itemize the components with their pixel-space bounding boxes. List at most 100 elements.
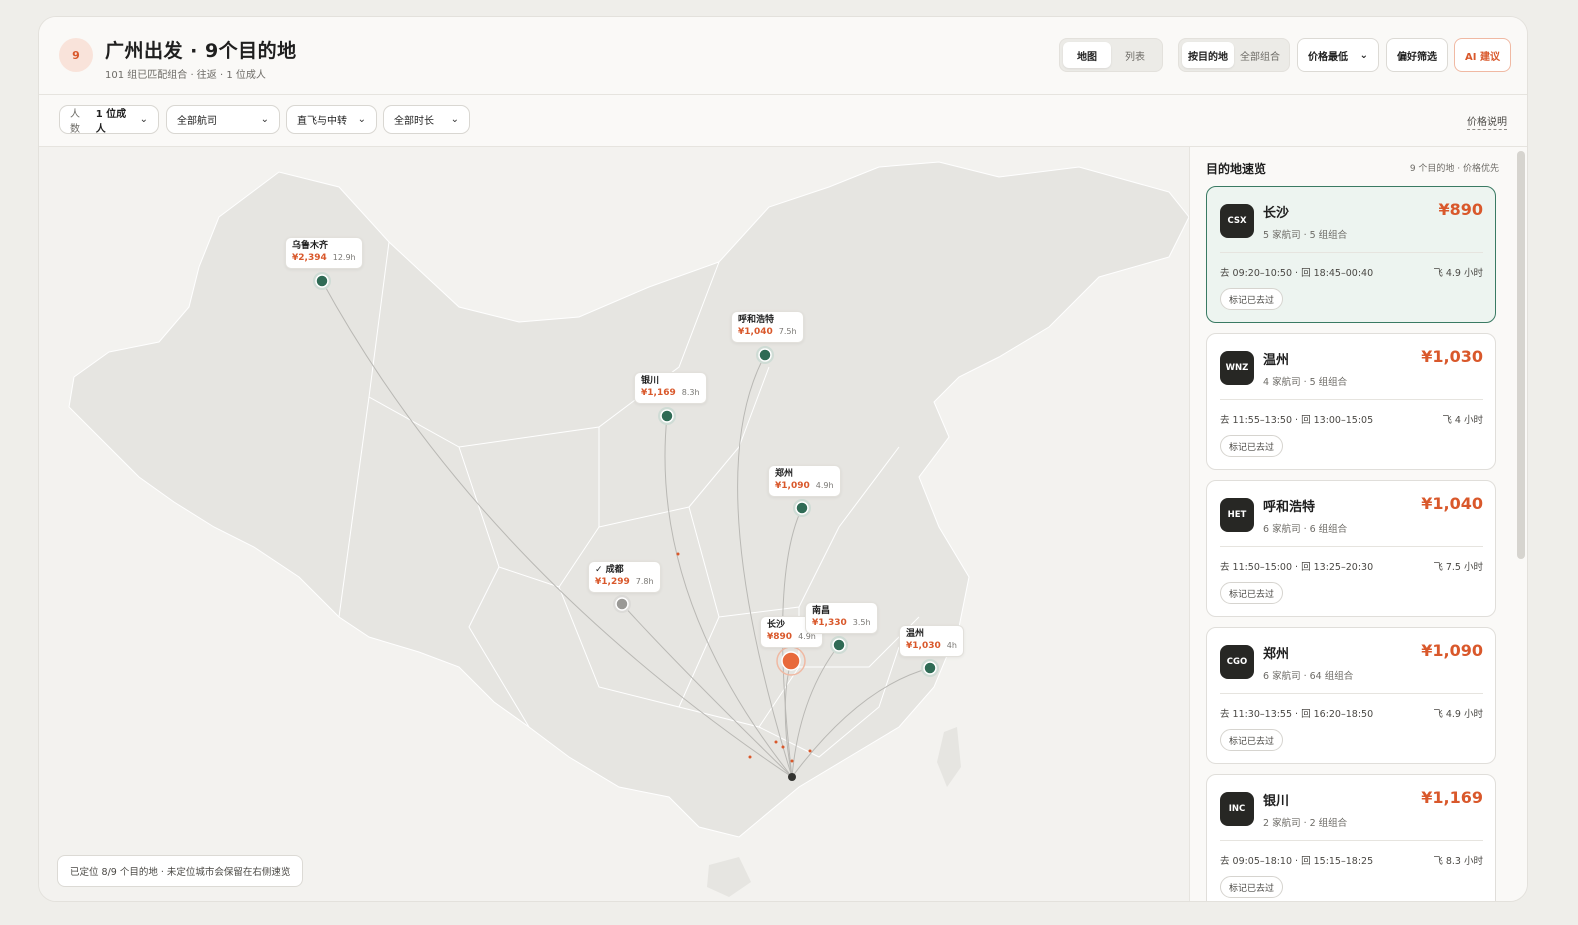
city-hours: 7.8h [635,577,654,586]
destination-card-yinchuan[interactable]: INC 银川 2 家航司 · 2 组组合 ¥1,169 去 09:05–18:1… [1206,774,1496,901]
card-price: ¥1,030 [1421,347,1483,366]
mark-visited-button[interactable]: 标记已去过 [1220,435,1284,457]
mark-visited-button[interactable]: 标记已去过 [1220,288,1284,310]
airport-code-badge: CSX [1220,204,1254,238]
panel-meta: 9 个目的地 · 价格优先 [1409,164,1499,174]
card-times: 去 11:50–15:00 · 回 13:25–20:30 [1220,562,1374,573]
card-summary: 4 家航司 · 5 组组合 [1263,377,1348,388]
city-label-wenzhou[interactable]: 温州 ¥1,030 4h [899,625,964,657]
card-times: 去 11:30–13:55 · 回 16:20–18:50 [1220,709,1374,720]
duration-select[interactable]: 全部时长 ⌄ [383,105,470,134]
city-label-yinchuan[interactable]: 银川 ¥1,169 8.3h [634,372,707,404]
marker-origin-guangzhou [788,773,796,781]
destination-card-wenzhou[interactable]: WNZ 温州 4 家航司 · 5 组组合 ¥1,030 去 11:55–13:5… [1206,333,1496,470]
city-label-urumqi[interactable]: 乌鲁木齐 ¥2,394 12.9h [285,237,363,269]
group-toggle: 按目的地 全部组合 [1178,38,1290,72]
taiwan-island-shape [937,727,961,787]
card-price: ¥1,169 [1421,788,1483,807]
city-price: ¥1,030 [906,641,941,651]
people-select[interactable]: 人数 1 位成人 ⌄ [59,105,159,135]
marker-yinchuan [660,409,674,423]
ai-suggest-button[interactable]: AI 建议 [1454,38,1511,72]
city-label-zhengzhou[interactable]: 郑州 ¥1,090 4.9h [768,465,841,497]
airport-code-badge: INC [1220,792,1254,826]
marker-urumqi [315,274,329,288]
destination-overview-panel[interactable]: 目的地速览 9 个目的地 · 价格优先 CSX 长沙 5 家航司 · 5 组组合… [1189,147,1527,901]
people-value: 1 位成人 [95,108,127,135]
sort-select[interactable]: 价格最低 ⌄ [1297,38,1379,72]
header: 9 广州出发 · 9个目的地 101 组已匹配组合 · 往返 · 1 位成人 地… [39,17,1527,95]
view-toggle: 地图 列表 [1059,38,1163,72]
card-duration: 飞 4.9 小时 [1433,709,1483,720]
china-map-shape [68,161,1189,838]
card-price: ¥1,040 [1421,494,1483,513]
city-hours: 3.5h [852,618,871,627]
city-label-chengdu[interactable]: ✓ 成都 ¥1,299 7.8h [588,561,661,593]
page-subtitle: 101 组已匹配组合 · 往返 · 1 位成人 [105,70,266,81]
map-location-note: 已定位 8/9 个目的地 · 未定位城市会保留在右侧速览 [57,855,304,887]
card-price: ¥890 [1438,200,1483,219]
card-city: 银川 [1263,794,1290,809]
card-summary: 5 家航司 · 5 组组合 [1263,230,1348,241]
sort-label: 价格最低 [1308,51,1348,63]
city-hours: 7.5h [778,327,797,336]
card-times: 去 09:20–10:50 · 回 18:45–00:40 [1220,268,1374,279]
panel-scrollbar[interactable] [1517,151,1525,559]
preferences-button[interactable]: 偏好筛选 [1386,38,1448,72]
card-city: 温州 [1263,353,1290,368]
city-name: ✓ 成都 [595,565,624,575]
marker-changsha [781,651,801,671]
card-city: 郑州 [1263,647,1290,662]
city-name: 银川 [641,376,660,386]
airline-value: 全部航司 [177,116,217,127]
mark-visited-button[interactable]: 标记已去过 [1220,582,1284,604]
app-window: 9 广州出发 · 9个目的地 101 组已匹配组合 · 往返 · 1 位成人 地… [38,16,1528,902]
view-list-button[interactable]: 列表 [1111,42,1159,68]
route-map[interactable]: 乌鲁木齐 ¥2,394 12.9h 呼和浩特 ¥1,040 7.5h 银川 ¥1,1… [39,147,1189,901]
stops-select[interactable]: 直飞与中转 ⌄ [286,105,377,134]
marker-chengdu [615,597,629,611]
card-divider [1220,399,1483,400]
page-title: 广州出发 · 9个目的地 [105,40,297,62]
city-price: ¥2,394 [292,253,327,263]
city-name: 呼和浩特 [738,315,775,325]
group-by-destination-button[interactable]: 按目的地 [1182,42,1234,68]
mark-visited-button[interactable]: 标记已去过 [1220,729,1284,751]
marker-hohhot [758,348,772,362]
card-divider [1220,252,1483,253]
people-label: 人数 [70,108,80,135]
city-price: ¥1,040 [738,327,773,337]
chevron-down-icon: ⌄ [139,114,148,125]
destination-card-hohhot[interactable]: HET 呼和浩特 6 家航司 · 6 组组合 ¥1,040 去 11:50–15… [1206,480,1496,617]
mark-visited-button[interactable]: 标记已去过 [1220,876,1284,898]
airport-code-badge: WNZ [1220,351,1254,385]
card-duration: 飞 8.3 小时 [1433,856,1483,867]
marker-zhengzhou [795,501,809,515]
city-label-nanchang[interactable]: 南昌 ¥1,330 3.5h [805,602,878,634]
view-map-button[interactable]: 地图 [1063,42,1111,68]
city-name: 郑州 [775,469,794,479]
group-all-combos-button[interactable]: 全部组合 [1234,42,1286,68]
airport-code-badge: HET [1220,498,1254,532]
city-price: ¥890 [767,632,793,642]
destination-card-zhengzhou[interactable]: CGO 郑州 6 家航司 · 64 组组合 ¥1,090 去 11:30–13:… [1206,627,1496,764]
price-explanation-link[interactable]: 价格说明 [1467,113,1507,130]
city-price: ¥1,169 [641,388,676,398]
chevron-down-icon: ⌄ [450,114,459,125]
card-times: 去 09:05–18:10 · 回 15:15–18:25 [1220,856,1374,867]
card-divider [1220,840,1483,841]
airline-select[interactable]: 全部航司 ⌄ [166,105,280,134]
card-times: 去 11:55–13:50 · 回 13:00–15:05 [1220,415,1374,426]
city-name: 南昌 [812,606,831,616]
card-duration: 飞 4.9 小时 [1433,268,1483,279]
map-canvas [68,161,1189,897]
chevron-down-icon: ⌄ [1359,49,1368,61]
destination-card-changsha[interactable]: CSX 长沙 5 家航司 · 5 组组合 ¥890 去 09:20–10:50 … [1206,186,1496,323]
city-label-hohhot[interactable]: 呼和浩特 ¥1,040 7.5h [731,311,804,343]
card-divider [1220,693,1483,694]
city-hours: 8.3h [681,388,700,397]
city-hours: 12.9h [332,253,356,262]
card-duration: 飞 4 小时 [1442,415,1483,426]
marker-wenzhou [923,661,937,675]
city-price: ¥1,330 [812,618,847,628]
